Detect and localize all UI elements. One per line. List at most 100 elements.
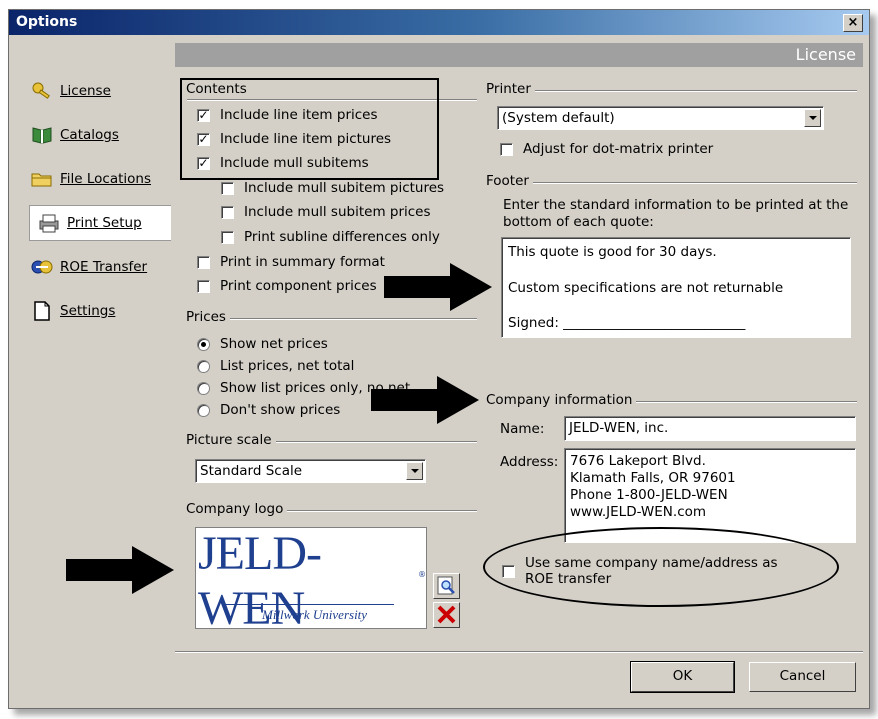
checkbox-label: Include line item pictures	[220, 131, 392, 147]
radio-list-prices-net-total[interactable]: List prices, net total	[197, 358, 354, 374]
callout-arrow	[384, 263, 492, 311]
logo-subtext: Millwork University	[262, 607, 368, 622]
bottom-divider	[175, 651, 863, 653]
footer-instructions: Enter the standard information to be pri…	[503, 197, 849, 230]
footer-line: This quote is good for 30 days.	[508, 244, 717, 260]
checkbox-dot-matrix[interactable]: Adjust for dot-matrix printer	[500, 141, 713, 157]
ok-button[interactable]: OK	[630, 661, 735, 693]
address-line: Klamath Falls, OR 97601	[570, 470, 736, 486]
checkbox-box[interactable]: ✓	[197, 156, 210, 170]
checkbox-summary-format[interactable]: Print in summary format	[197, 254, 385, 270]
company-address-label: Address:	[500, 454, 559, 470]
nav-item-settings[interactable]: Settings	[23, 293, 171, 329]
cancel-button[interactable]: Cancel	[749, 662, 856, 692]
magnifier-icon	[437, 576, 455, 595]
printer-value: (System default)	[502, 110, 615, 126]
key-icon	[31, 80, 53, 102]
picture-scale-label: Picture scale	[186, 432, 276, 448]
checkbox-box[interactable]: ✓	[197, 132, 210, 146]
footer-divider	[487, 182, 857, 184]
checkbox-box[interactable]	[197, 255, 210, 269]
transfer-icon	[31, 256, 53, 278]
callout-arrow	[66, 546, 174, 594]
radio-button[interactable]	[197, 337, 210, 351]
checkbox-box[interactable]: ✓	[197, 108, 210, 122]
radio-button[interactable]	[197, 381, 210, 395]
footer-textarea[interactable]: This quote is good for 30 days. Custom s…	[501, 237, 851, 338]
checkbox-component-prices[interactable]: Print component prices	[197, 278, 377, 294]
nav-label: Catalogs	[60, 127, 119, 143]
footer-line: Custom specifications are not returnable	[508, 280, 784, 296]
chevron-down-icon[interactable]	[406, 462, 423, 480]
radio-button[interactable]	[197, 403, 210, 417]
callout-arrow	[371, 376, 479, 424]
document-icon	[31, 300, 53, 322]
address-line: www.JELD-WEN.com	[570, 504, 707, 520]
checkbox-mull-subitem-prices[interactable]: Include mull subitem prices	[221, 204, 431, 220]
close-button[interactable]: ×	[843, 14, 863, 32]
company-logo-label: Company logo	[186, 501, 288, 517]
radio-show-net-prices[interactable]: Show net prices	[197, 336, 328, 352]
checkbox-box[interactable]	[221, 181, 234, 195]
logo-rule	[224, 604, 394, 605]
checkbox-label: Adjust for dot-matrix printer	[523, 141, 714, 157]
checkbox-line-item-prices[interactable]: ✓ Include line item prices	[197, 107, 378, 123]
delete-icon	[437, 605, 456, 624]
nav-label: Print Setup	[67, 215, 142, 231]
radio-label: Show net prices	[220, 336, 328, 352]
nav-label: File Locations	[60, 171, 152, 187]
picture-scale-select[interactable]: Standard Scale	[195, 459, 426, 483]
logo-registered-mark: ®	[418, 570, 426, 579]
printer-icon	[38, 212, 60, 234]
nav-item-print-setup[interactable]: Print Setup	[29, 205, 171, 241]
prices-divider	[187, 318, 477, 320]
checkbox-box[interactable]	[197, 279, 210, 293]
nav-item-catalogs[interactable]: Catalogs	[23, 117, 171, 153]
checkbox-label: Print subline differences only	[244, 229, 440, 245]
company-name-label: Name:	[500, 421, 545, 437]
company-name-field[interactable]: JELD-WEN, inc.	[564, 416, 856, 441]
nav-label: Settings	[60, 303, 116, 319]
company-name-value: JELD-WEN, inc.	[569, 420, 669, 436]
address-line: Phone 1-800-JELD-WEN	[570, 487, 728, 503]
checkbox-mull-subitems[interactable]: ✓ Include mull subitems	[197, 155, 369, 171]
checkbox-subline-differences[interactable]: Print subline differences only	[221, 229, 440, 245]
book-icon	[31, 124, 53, 146]
window-title: Options	[16, 14, 78, 30]
checkbox-same-as-roe[interactable]: Use same company name/address as ROE tra…	[502, 555, 785, 587]
checkbox-box[interactable]	[221, 230, 234, 244]
checkbox-label: Print component prices	[220, 278, 377, 294]
checkbox-label: Print in summary format	[220, 254, 385, 270]
radio-dont-show-prices[interactable]: Don't show prices	[197, 402, 340, 418]
folder-icon	[31, 168, 53, 190]
nav-item-roe-transfer[interactable]: ROE Transfer	[23, 249, 171, 285]
checkbox-box[interactable]	[502, 565, 515, 578]
printer-label: Printer	[486, 81, 535, 97]
checkbox-label: Include mull subitems	[220, 155, 369, 171]
checkbox-line-item-pictures[interactable]: ✓ Include line item pictures	[197, 131, 391, 147]
radio-button[interactable]	[197, 359, 210, 373]
company-info-label: Company information	[486, 392, 637, 408]
nav-label: ROE Transfer	[60, 259, 148, 275]
close-icon: ×	[847, 15, 859, 30]
prices-label: Prices	[186, 309, 230, 325]
checkbox-mull-subitem-pictures[interactable]: Include mull subitem pictures	[221, 180, 444, 196]
browse-logo-button[interactable]	[433, 573, 460, 599]
chevron-down-icon[interactable]	[804, 109, 821, 127]
printer-select[interactable]: (System default)	[497, 106, 824, 130]
checkbox-box[interactable]	[221, 205, 234, 219]
nav-item-file-locations[interactable]: File Locations	[23, 161, 171, 197]
nav-label: License	[60, 83, 111, 99]
section-title: License	[795, 45, 856, 64]
company-logo-image: JELD-WEN ® Millwork University	[195, 527, 427, 635]
remove-logo-button[interactable]	[433, 602, 460, 628]
nav-item-license[interactable]: License	[23, 73, 171, 109]
checkbox-label: Include mull subitem pictures	[244, 180, 445, 196]
printer-divider	[487, 90, 857, 92]
title-bar[interactable]: Options ×	[9, 10, 869, 35]
section-header: License	[175, 43, 863, 67]
checkbox-box[interactable]	[500, 142, 513, 156]
checkbox-label: Use same company name/address as ROE tra…	[525, 555, 778, 587]
footer-line: Signed: ___________________________	[508, 315, 746, 331]
checkbox-label: Include mull subitem prices	[244, 204, 431, 220]
